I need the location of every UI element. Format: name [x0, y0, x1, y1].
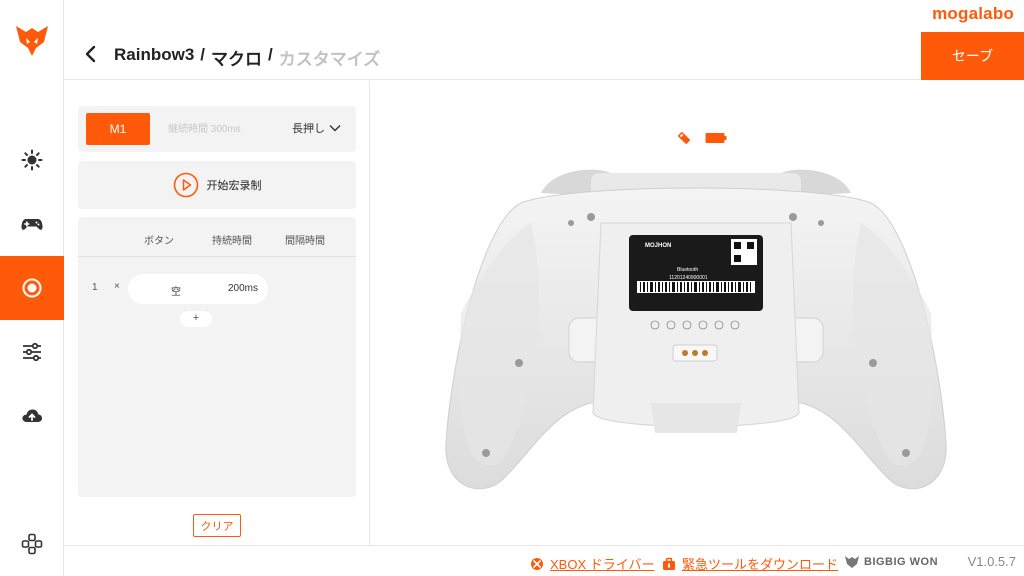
label-brand: MOJHON: [645, 243, 671, 249]
macro-slot-row: M1 長押し: [78, 106, 356, 152]
usb-dongle-icon: [678, 132, 690, 144]
trigger-mode-select[interactable]: 長押し: [292, 120, 341, 136]
breadcrumb-separator: /: [200, 45, 206, 64]
chevron-down-icon: [329, 125, 341, 132]
xbox-icon: [531, 557, 543, 570]
step-button-value: 空: [171, 287, 181, 298]
breadcrumb-separator: /: [268, 45, 273, 64]
cloud-upload-icon: [22, 409, 42, 422]
trigger-mode-label: 長押し: [292, 123, 325, 135]
sidebar-item-lighting[interactable]: [0, 128, 64, 192]
macro-panel: M1 長押し 开始宏录制 ボタン 持続時間 間隔時間 1: [64, 81, 370, 545]
dpad-icon: [21, 533, 43, 555]
sliders-icon: [23, 342, 41, 362]
sidebar-item-macro[interactable]: [0, 256, 64, 320]
label-radio: Bluetooth: [677, 267, 698, 273]
battery-icon: [705, 133, 727, 143]
partner-logo: BIGBIG WON: [844, 555, 938, 569]
column-header-interval: 間隔時間: [285, 236, 325, 247]
version-label: V1.0.5.7: [967, 554, 1016, 569]
controller-preview: MOJHON Bluetooth 11201240900001: [371, 81, 1024, 545]
app-logo-icon: [16, 26, 48, 56]
table-header: ボタン 持続時間 間隔時間: [78, 217, 356, 257]
bigbigwon-logo-icon: [845, 556, 859, 568]
delete-step-button[interactable]: ×: [114, 281, 120, 292]
connection-status: [677, 131, 727, 145]
sidebar-item-controller[interactable]: [0, 192, 64, 256]
record-icon: [22, 278, 42, 298]
play-circle-icon: [173, 172, 198, 198]
record-label: 开始宏录制: [206, 180, 262, 192]
sidebar: [0, 0, 64, 576]
macro-slot-button[interactable]: M1: [86, 113, 150, 145]
save-button[interactable]: セーブ: [921, 32, 1024, 80]
sidebar-item-settings[interactable]: [0, 320, 64, 384]
toolbox-icon: [663, 557, 675, 570]
sidebar-item-devices[interactable]: [0, 512, 64, 576]
label-serial: 11201240900001: [669, 275, 708, 281]
record-macro-button[interactable]: 开始宏录制: [78, 161, 356, 209]
step-pill[interactable]: 空 200ms: [128, 274, 268, 304]
xbox-driver-label: XBOX ドライバー: [550, 557, 655, 572]
macro-steps-table: ボタン 持続時間 間隔時間 1 × 空 200ms +: [78, 217, 356, 497]
emergency-tool-label: 緊急ツールをダウンロード: [682, 557, 839, 572]
add-step-button[interactable]: +: [180, 311, 212, 327]
brand-logo: mogalabo: [932, 4, 1014, 23]
breadcrumb-macro[interactable]: マクロ: [211, 45, 262, 70]
gamepad-icon: [21, 219, 43, 230]
xbox-driver-link[interactable]: XBOX ドライバー: [530, 554, 654, 573]
controller-image: MOJHON Bluetooth 11201240900001: [445, 169, 947, 490]
breadcrumb: Rainbow3 / マクロ / カスタマイズ: [114, 45, 380, 70]
column-header-button: ボタン: [144, 236, 174, 247]
emergency-tool-link[interactable]: 緊急ツールをダウンロード: [662, 554, 838, 573]
step-interval-value: 200ms: [228, 283, 259, 294]
app-window: mogalabo Rainbow3 / マクロ / カスタマイズ セーブ M1 …: [0, 0, 1024, 576]
duration-input[interactable]: [168, 120, 288, 138]
header: mogalabo Rainbow3 / マクロ / カスタマイズ セーブ: [64, 0, 1024, 80]
back-arrow-icon[interactable]: [82, 44, 100, 64]
clear-button[interactable]: クリア: [193, 514, 241, 537]
breadcrumb-device[interactable]: Rainbow3: [114, 45, 194, 70]
partner-label: BIGBIG WON: [864, 556, 939, 568]
column-header-duration: 持続時間: [212, 236, 252, 247]
breadcrumb-current: カスタマイズ: [278, 50, 381, 69]
sidebar-item-firmware[interactable]: [0, 384, 64, 448]
step-index: 1: [92, 282, 98, 293]
sun-icon: [21, 149, 43, 171]
footer: XBOX ドライバー 緊急ツールをダウンロード BIGBIG WON V1.0.…: [64, 545, 1024, 576]
